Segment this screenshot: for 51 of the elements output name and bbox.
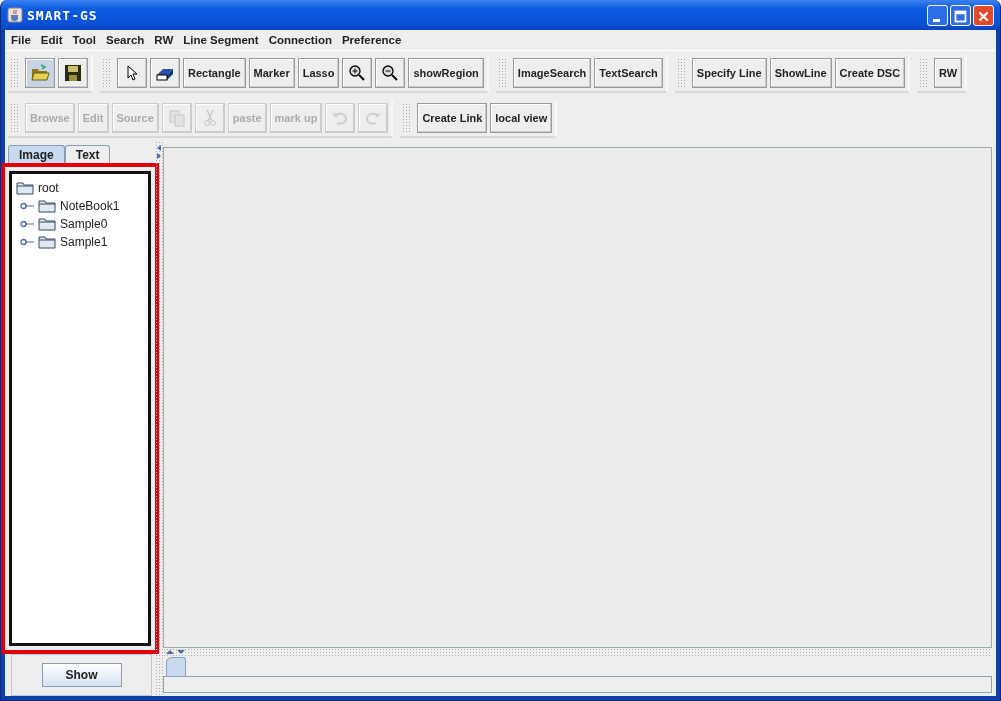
menu-item[interactable]: Preference <box>337 34 408 46</box>
toolbar-button[interactable]: Marker <box>248 57 295 88</box>
tree-item[interactable]: Sample1 <box>16 233 144 251</box>
copy-icon <box>166 107 187 128</box>
toolbar-button[interactable]: TextSearch <box>594 57 663 88</box>
icon-button[interactable] <box>117 57 147 88</box>
toolbar-button[interactable]: ShowLine <box>769 57 832 88</box>
collapse-arrows-icon[interactable] <box>156 145 162 159</box>
toolbar-button[interactable]: local view <box>490 102 553 133</box>
icon-button[interactable] <box>375 57 406 88</box>
collapse-arrows-icon[interactable] <box>165 649 187 655</box>
panel-tab[interactable] <box>166 657 186 676</box>
menu-item[interactable]: Line Segment <box>179 34 265 46</box>
menu-item[interactable]: RW <box>150 34 180 46</box>
icon-button[interactable] <box>150 57 180 88</box>
icon-button[interactable] <box>58 57 88 88</box>
tree-item[interactable]: NoteBook1 <box>16 197 144 215</box>
icon-button[interactable] <box>342 57 373 88</box>
tree-item[interactable]: root <box>16 179 144 197</box>
toolbar-button[interactable]: Specify Line <box>691 57 767 88</box>
window-title: SMART-GS <box>27 7 99 23</box>
tree-item[interactable]: Sample0 <box>16 215 144 233</box>
folder-icon <box>38 199 56 213</box>
show-button[interactable]: Show <box>41 663 122 687</box>
folder-icon <box>30 62 50 83</box>
menu-item[interactable]: Search <box>101 34 151 46</box>
toolbar-button[interactable]: Rectangle <box>183 57 246 88</box>
tree-label: Sample0 <box>60 217 108 231</box>
toolbar-button[interactable]: Create Link <box>417 102 488 133</box>
menu-item[interactable]: Connection <box>264 34 338 46</box>
folder-icon <box>38 235 56 249</box>
toolbar-button[interactable]: Create DSC <box>834 57 906 88</box>
toolbar-button[interactable]: RW <box>934 57 963 88</box>
folder-icon <box>16 181 34 195</box>
toolbar-button[interactable]: Lasso <box>297 57 340 88</box>
menu-item[interactable]: Tool <box>68 34 102 46</box>
tree-label: NoteBook1 <box>60 199 120 213</box>
toolbar-button[interactable]: ImageSearch <box>512 57 592 88</box>
close-button[interactable] <box>973 4 994 26</box>
maximize-button[interactable] <box>950 4 971 26</box>
toolbar-button[interactable]: showRegion <box>408 57 484 88</box>
tree-label: root <box>38 181 59 195</box>
tree-label: Sample1 <box>60 235 108 249</box>
minimize-icon <box>933 18 940 22</box>
menu-item[interactable]: Edit <box>36 34 69 46</box>
minimize-button[interactable] <box>927 4 948 26</box>
cup-icon <box>7 7 23 23</box>
panel-tab[interactable]: Image <box>8 145 65 163</box>
folder-icon <box>38 217 56 231</box>
panel-tab[interactable]: Text <box>64 145 111 163</box>
menu-item[interactable]: File <box>7 34 37 46</box>
